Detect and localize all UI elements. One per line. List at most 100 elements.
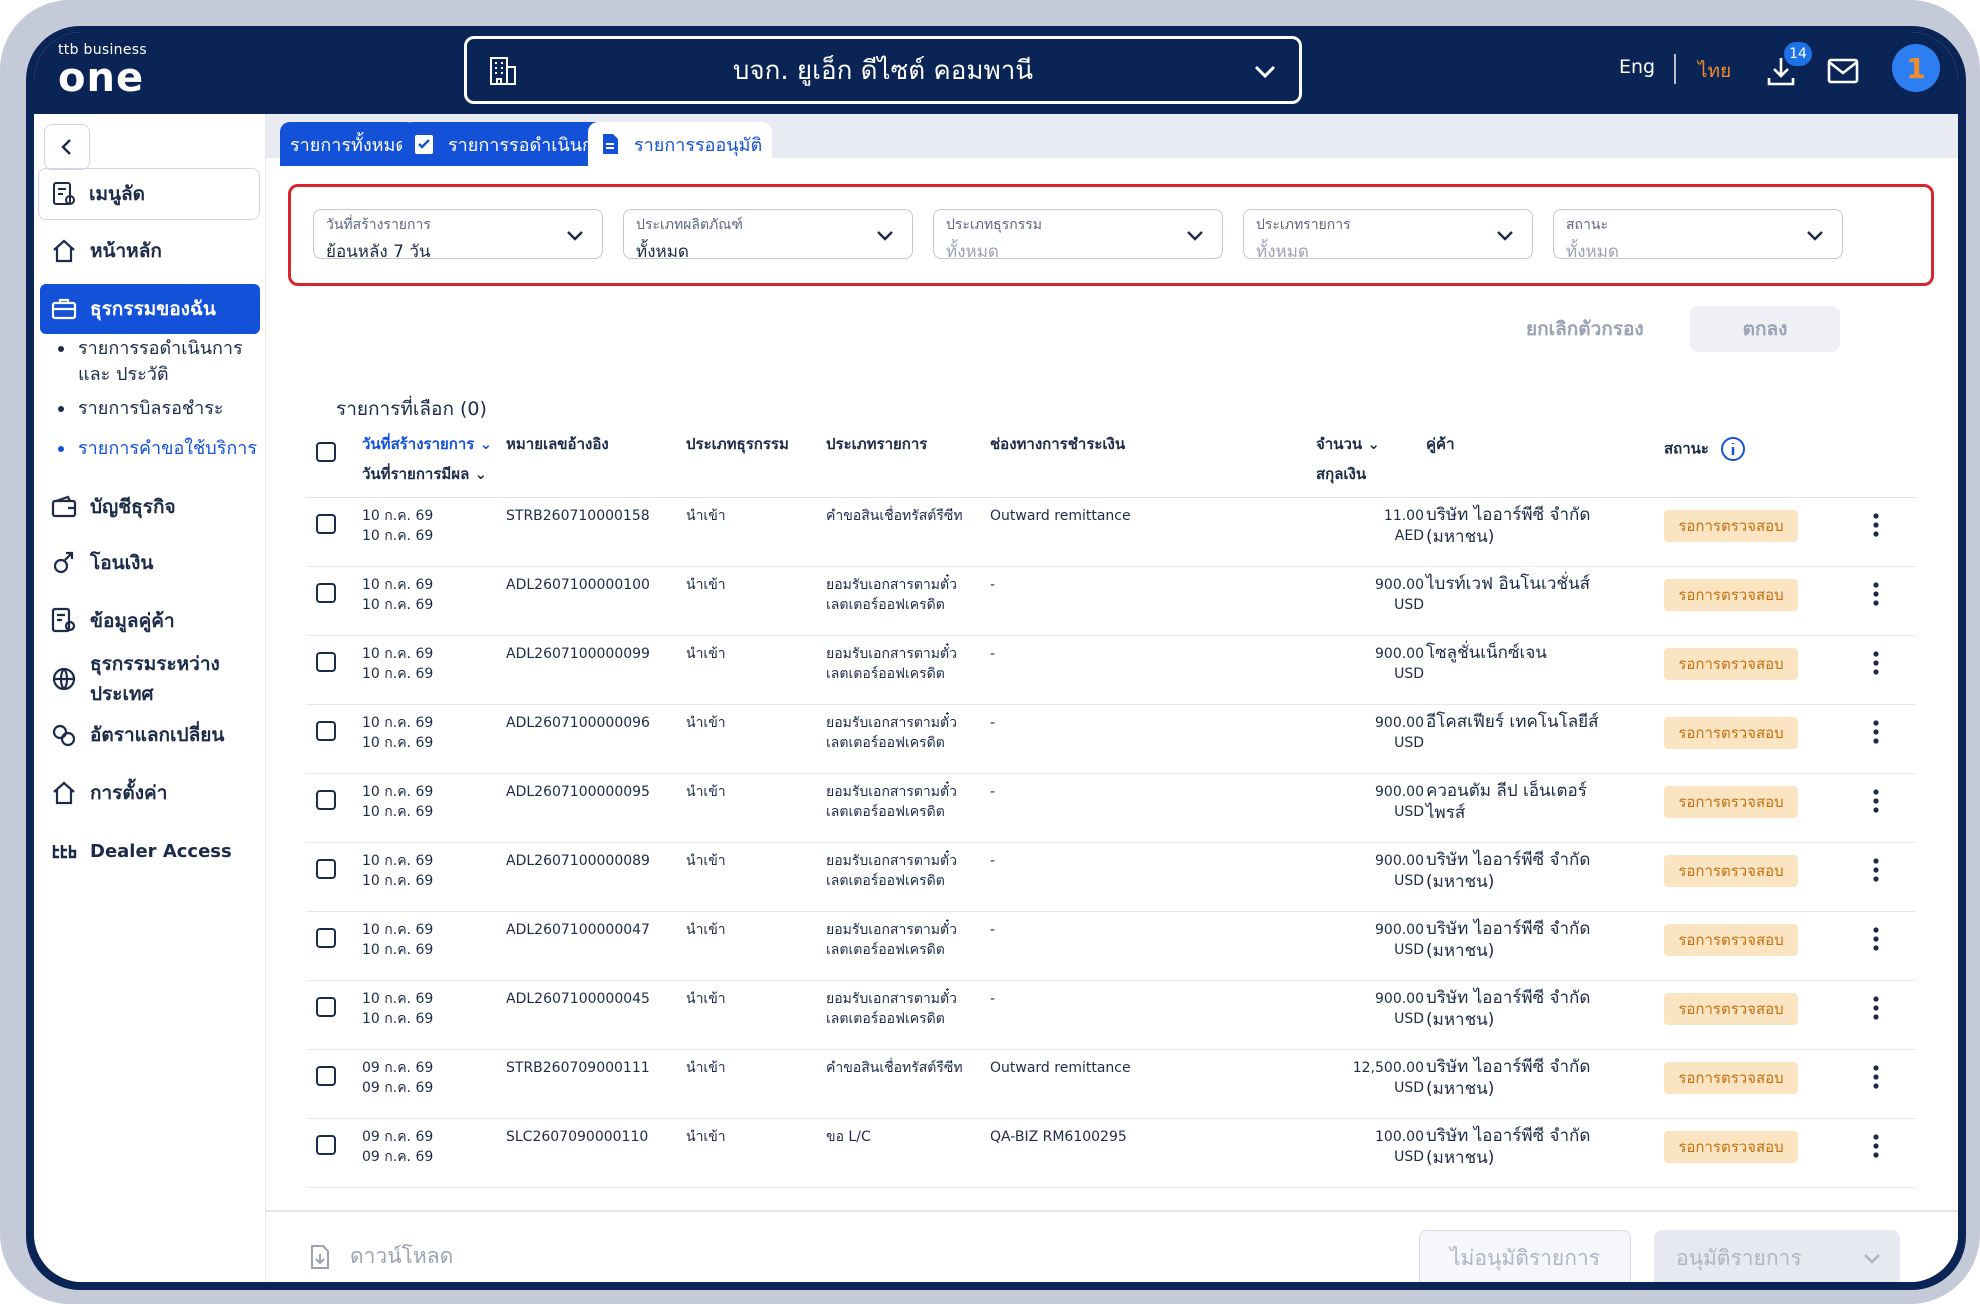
col-label: สถานะ <box>1664 439 1709 458</box>
sidebar-item-my-transactions[interactable]: ธุรกรรมของฉัน <box>40 284 260 334</box>
table-row[interactable]: 10 ก.ค. 69 10 ก.ค. 69 ADL2607100000089 นำเข… <box>306 843 1916 912</box>
sidebar-item-business-accounts[interactable]: บัญชีธุรกิจ <box>40 482 260 532</box>
created-date: 10 ก.ค. 69 <box>362 922 434 938</box>
effective-date: 10 ก.ค. 69 <box>362 666 434 682</box>
sidebar-item-label: อัตราแลกเปลี่ยน <box>90 724 225 746</box>
table-row[interactable]: 09 ก.ค. 69 09 ก.ค. 69 SLC2607090000110 นำเข… <box>306 1119 1916 1188</box>
ttb-icon <box>52 845 77 859</box>
filter-product-type[interactable]: ประเภทผลิตภัณฑ์ ทั้งหมด <box>623 209 913 262</box>
table-row[interactable]: 09 ก.ค. 69 09 ก.ค. 69 STRB260709000111 นำเข… <box>306 1050 1916 1119</box>
table-row[interactable]: 10 ก.ค. 69 10 ก.ค. 69 ADL2607100000099 นำเข… <box>306 636 1916 705</box>
transaction-type: นำเข้า <box>686 1129 726 1145</box>
wallet-icon <box>51 495 77 518</box>
clear-filter-button[interactable]: ยกเลิกตัวกรอง <box>1526 314 1644 344</box>
row-checkbox[interactable] <box>316 1066 336 1086</box>
sidebar-item-home[interactable]: หน้าหลัก <box>40 226 260 276</box>
top-bar: ttb business one บจก. ยูเอ็ก ดีไซต์ คอมพ… <box>34 32 1958 114</box>
more-options-icon[interactable] <box>1866 926 1886 952</box>
sidebar-shortcut-menu[interactable]: เมนูลัด <box>38 168 260 220</box>
table-row[interactable]: 10 ก.ค. 69 10 ก.ค. 69 ADL2607100000100 นำเข… <box>306 567 1916 636</box>
row-checkbox[interactable] <box>316 859 336 879</box>
filter-item-type[interactable]: ประเภทรายการ ทั้งหมด <box>1243 209 1533 262</box>
more-options-icon[interactable] <box>1866 512 1886 538</box>
row-checkbox[interactable] <box>316 928 336 948</box>
table-row[interactable]: 10 ก.ค. 69 10 ก.ค. 69 ADL2607100000045 นำเข… <box>306 981 1916 1050</box>
currency: USD <box>1394 1080 1424 1096</box>
mail-icon[interactable] <box>1826 56 1860 86</box>
sidebar-item-partners[interactable]: ข้อมูลคู่ค้า <box>40 596 260 646</box>
effective-date: 09 ก.ค. 69 <box>362 1149 434 1165</box>
table-row[interactable]: 10 ก.ค. 69 10 ก.ค. 69 STRB260710000158 นำเข… <box>306 498 1916 567</box>
company-selector[interactable]: บจก. ยูเอ็ก ดีไซต์ คอมพานี <box>464 36 1302 104</box>
filter-created-date[interactable]: วันที่สร้างรายการ ย้อนหลัง 7 วัน <box>313 209 603 262</box>
sidebar-subitem-pending-history[interactable]: รายการรอดำเนินการ และ ประวัติ <box>58 336 258 388</box>
col-amount[interactable]: จำนวน ⌄ <box>1316 432 1380 456</box>
select-all-checkbox[interactable] <box>316 442 336 462</box>
sidebar-collapse-button[interactable] <box>44 124 90 170</box>
shortcut-icon <box>53 182 75 205</box>
apply-filter-button[interactable]: ตกลง <box>1690 306 1840 352</box>
sidebar-item-settings[interactable]: การตั้งค่า <box>40 768 260 818</box>
table-row[interactable]: 10 ก.ค. 69 10 ก.ค. 69 ADL2607100000047 นำเข… <box>306 912 1916 981</box>
transaction-type: นำเข้า <box>686 715 726 731</box>
sidebar-item-exchange-rate[interactable]: อัตราแลกเปลี่ยน <box>40 710 260 760</box>
sidebar-item-transfer[interactable]: โอนเงิน <box>40 538 260 588</box>
row-checkbox[interactable] <box>316 997 336 1017</box>
sidebar: เมนูลัด หน้าหลัก ธุรกรรมของฉัน รายการรอด… <box>34 114 266 1282</box>
more-options-icon[interactable] <box>1866 650 1886 676</box>
row-checkbox[interactable] <box>316 583 336 603</box>
row-checkbox[interactable] <box>316 721 336 741</box>
tab-all[interactable]: รายการทั้งหมด <box>280 122 418 166</box>
col-created-date[interactable]: วันที่สร้างรายการ ⌄ <box>362 432 492 456</box>
filter-transaction-type[interactable]: ประเภทธุรกรรม ทั้งหมด <box>933 209 1223 262</box>
reference-number: ADL2607100000095 <box>506 784 650 800</box>
effective-date: 10 ก.ค. 69 <box>362 1011 434 1027</box>
table-row[interactable]: 10 ก.ค. 69 10 ก.ค. 69 ADL2607100000096 นำเข… <box>306 705 1916 774</box>
payment-channel: - <box>990 922 996 938</box>
ttb-logo[interactable]: ttb business one <box>58 42 147 98</box>
filter-value: ย้อนหลัง 7 วัน <box>326 242 431 262</box>
col-currency: สกุลเงิน <box>1316 465 1367 483</box>
more-options-icon[interactable] <box>1866 857 1886 883</box>
more-options-icon[interactable] <box>1866 995 1886 1021</box>
status-badge: รอการตรวจสอบ <box>1664 924 1798 956</box>
sidebar-subitem-service-requests[interactable]: รายการคำขอใช้บริการ <box>58 436 258 462</box>
row-checkbox[interactable] <box>316 652 336 672</box>
row-checkbox[interactable] <box>316 790 336 810</box>
reject-button[interactable]: ไม่อนุมัติรายการ <box>1419 1230 1631 1282</box>
col-effective-date[interactable]: วันที่รายการมีผล ⌄ <box>362 462 487 486</box>
sidebar-subitem-bills[interactable]: รายการบิลรอชำระ <box>58 396 258 422</box>
row-checkbox[interactable] <box>316 1135 336 1155</box>
more-options-icon[interactable] <box>1866 788 1886 814</box>
row-checkbox[interactable] <box>316 514 336 534</box>
currency: USD <box>1394 597 1424 613</box>
status-badge: รอการตรวจสอบ <box>1664 717 1798 749</box>
item-type-line2: เลตเตอร์ออฟเครดิต <box>826 942 945 958</box>
download-button[interactable]: ดาวน์โหลด <box>306 1240 453 1273</box>
file-download-icon <box>311 1244 329 1269</box>
more-options-icon[interactable] <box>1866 1064 1886 1090</box>
item-type: คำขอสินเชื่อทรัสต์รีซีท <box>826 508 963 524</box>
filter-status[interactable]: สถานะ ทั้งหมด <box>1553 209 1843 262</box>
more-options-icon[interactable] <box>1866 1133 1886 1159</box>
table-row[interactable]: 10 ก.ค. 69 10 ก.ค. 69 ADL2607100000095 นำเข… <box>306 774 1916 843</box>
currency: USD <box>1394 735 1424 751</box>
user-avatar[interactable]: 1 <box>1892 44 1940 92</box>
shortcut-label: เมนูลัด <box>89 183 145 205</box>
created-date: 10 ก.ค. 69 <box>362 508 434 524</box>
exchange-icon <box>52 724 76 747</box>
lang-thai[interactable]: ไทย <box>1698 56 1731 86</box>
more-options-icon[interactable] <box>1866 581 1886 607</box>
partner-name: บริษัท ไออาร์พีซี จำกัด (มหาชน) <box>1426 919 1591 961</box>
lang-english[interactable]: Eng <box>1619 56 1655 78</box>
tab-awaiting-approval[interactable]: รายการรออนุมัติ <box>588 122 773 166</box>
effective-date: 10 ก.ค. 69 <box>362 597 434 613</box>
sidebar-item-dealer-access[interactable]: Dealer Access <box>40 826 260 876</box>
info-icon[interactable] <box>1720 436 1746 462</box>
transaction-type: นำเข้า <box>686 853 726 869</box>
sidebar-item-label: การตั้งค่า <box>90 782 168 804</box>
more-options-icon[interactable] <box>1866 719 1886 745</box>
reference-number: ADL2607100000100 <box>506 577 650 593</box>
approve-button[interactable]: อนุมัติรายการ <box>1654 1230 1900 1282</box>
sidebar-item-international[interactable]: ธุรกรรมระหว่างประเทศ <box>40 653 260 705</box>
